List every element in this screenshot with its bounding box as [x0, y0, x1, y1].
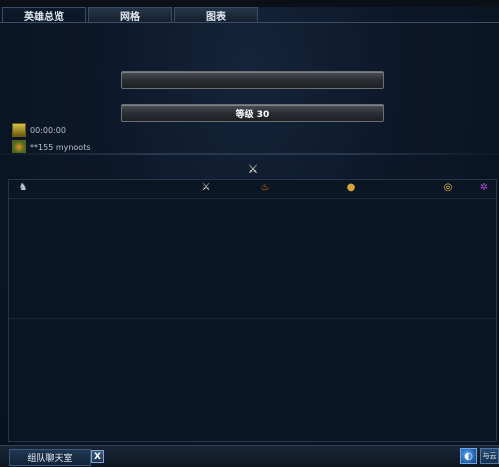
coins-icon: ◎: [443, 182, 453, 193]
close-chat-button[interactable]: X: [91, 450, 104, 463]
hero-icon: ♞: [18, 182, 28, 193]
swirl-icon[interactable]: ◐: [460, 448, 477, 464]
hourglass-icon: [12, 123, 26, 137]
tab-chart[interactable]: 图表: [174, 7, 258, 23]
player-avatar-icon: [12, 140, 26, 154]
table-row-separator: [9, 318, 496, 319]
spider-icon: ✲: [479, 182, 489, 193]
level-bar: 等级 30: [121, 104, 384, 122]
tab-hero-overview[interactable]: 英雄总览: [2, 7, 86, 23]
time-row: 00:00:00: [12, 122, 66, 138]
tab-underline: [0, 22, 499, 23]
team-chat-button[interactable]: 组队聊天室: [9, 449, 91, 466]
stats-table: ♞ ⚔ ♨ ● ◎ ✲: [8, 179, 497, 442]
player-name: **155 mynoots: [30, 142, 91, 152]
fire-icon: ♨: [260, 182, 270, 193]
tab-grid[interactable]: 网格: [88, 7, 172, 23]
title-strip: [0, 0, 499, 7]
right-corner-button[interactable]: 与云: [480, 448, 499, 464]
crossed-swords-icon: ⚔: [247, 162, 259, 176]
tab-bar: 英雄总览 网格 图表: [2, 7, 260, 23]
progress-bar-top: [121, 71, 384, 89]
gold-bag-icon: ●: [346, 182, 356, 193]
crossed-swords-icon: ⚔: [201, 182, 211, 193]
table-header: ♞ ⚔ ♨ ● ◎ ✲: [9, 180, 496, 199]
elapsed-time: 00:00:00: [30, 125, 66, 135]
main-window: 英雄总览 网格 图表 等级 30 00:00:00 **155 mynoots …: [0, 0, 499, 467]
section-divider: [0, 153, 499, 155]
